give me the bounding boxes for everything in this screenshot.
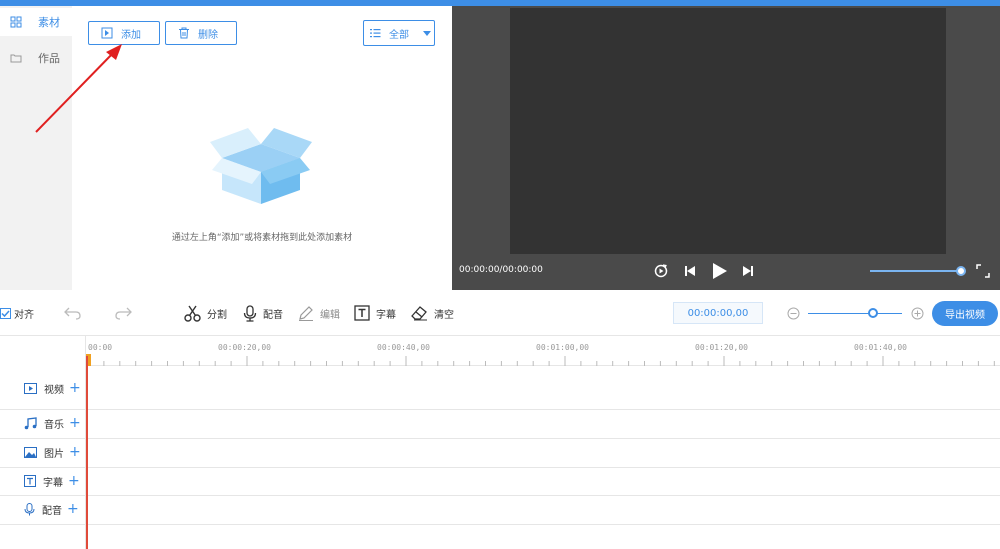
align-label: 对齐 bbox=[14, 309, 34, 321]
fullscreen-icon[interactable] bbox=[976, 264, 990, 278]
edit-toolbar: 对齐 分割 配音 编辑 字幕 清空 00:00:00,00 导出视频 bbox=[0, 290, 1000, 336]
track-label-text: 配音 bbox=[42, 505, 62, 517]
timecode: 00:00:00/00:00:00 bbox=[459, 265, 543, 275]
text-icon bbox=[24, 475, 36, 487]
add-button-label: 添加 bbox=[121, 29, 141, 41]
track-subtitle[interactable]: 字幕 + bbox=[24, 473, 80, 489]
zoom-out-icon[interactable] bbox=[787, 307, 800, 320]
add-file-icon bbox=[101, 27, 113, 39]
filter-dropdown[interactable]: 全部 bbox=[363, 20, 435, 46]
edit-label: 编辑 bbox=[320, 309, 340, 321]
nav-item-label: 素材 bbox=[38, 16, 60, 29]
track-divider bbox=[0, 409, 1000, 410]
eraser-icon bbox=[411, 306, 427, 321]
current-time-field[interactable]: 00:00:00,00 bbox=[673, 302, 763, 324]
track-divider bbox=[0, 495, 1000, 496]
ruler-label: 00:00:40,00 bbox=[377, 343, 430, 352]
add-dub-track-button[interactable]: + bbox=[67, 501, 79, 517]
add-subtitle-track-button[interactable]: + bbox=[68, 473, 80, 489]
scissors-icon bbox=[184, 305, 201, 322]
clear-button[interactable]: 清空 bbox=[411, 304, 454, 322]
export-video-button[interactable]: 导出视频 bbox=[932, 301, 998, 326]
annotation-arrow-icon bbox=[35, 44, 122, 133]
track-label-text: 字幕 bbox=[43, 477, 63, 489]
edit-button[interactable]: 编辑 bbox=[298, 304, 340, 322]
dub-label: 配音 bbox=[263, 309, 283, 321]
replay-icon[interactable] bbox=[654, 264, 668, 278]
dub-button[interactable]: 配音 bbox=[243, 304, 283, 322]
ruler-label: 00:01:20,00 bbox=[695, 343, 748, 352]
track-label-text: 图片 bbox=[44, 448, 64, 460]
video-icon bbox=[24, 382, 37, 394]
image-icon bbox=[24, 446, 37, 458]
checkbox-checked-icon[interactable] bbox=[0, 307, 11, 319]
play-icon[interactable] bbox=[710, 262, 728, 280]
track-label-column bbox=[0, 336, 86, 549]
ruler-label: 00:01:00,00 bbox=[536, 343, 589, 352]
microphone-icon bbox=[243, 304, 257, 322]
volume-slider[interactable] bbox=[870, 270, 960, 272]
text-icon bbox=[354, 305, 370, 321]
timeline-ruler[interactable]: 00:00 00:00:20,00 00:00:40,00 00:01:00,0… bbox=[86, 336, 1000, 366]
preview-screen bbox=[510, 8, 946, 254]
add-music-track-button[interactable]: + bbox=[69, 415, 81, 431]
ruler-label: 00:01:40,00 bbox=[854, 343, 907, 352]
empty-box-icon bbox=[210, 128, 312, 204]
empty-hint: 通过左上角“添加”或将素材拖到此处添加素材 bbox=[171, 233, 353, 243]
subtitle-button[interactable]: 字幕 bbox=[354, 304, 396, 322]
caret-down-icon bbox=[423, 30, 431, 36]
track-divider bbox=[0, 438, 1000, 439]
zoom-slider[interactable] bbox=[808, 313, 902, 314]
ruler-label: 00:00 bbox=[88, 343, 113, 352]
track-video[interactable]: 视频 + bbox=[24, 380, 81, 396]
split-button[interactable]: 分割 bbox=[184, 304, 227, 322]
track-dub[interactable]: 配音 + bbox=[24, 501, 79, 517]
zoom-in-icon[interactable] bbox=[911, 307, 924, 320]
delete-button-label: 删除 bbox=[198, 29, 218, 41]
list-icon bbox=[370, 29, 381, 38]
skip-forward-icon[interactable] bbox=[741, 264, 755, 278]
volume-slider-knob[interactable] bbox=[956, 266, 966, 276]
mic-icon bbox=[24, 502, 35, 515]
split-label: 分割 bbox=[207, 309, 227, 321]
track-label-text: 视频 bbox=[44, 384, 64, 396]
preview-player: 00:00:00/00:00:00 bbox=[452, 6, 1000, 290]
nav-item-materials[interactable]: 素材 bbox=[0, 8, 72, 36]
redo-icon[interactable] bbox=[114, 305, 132, 321]
delete-button[interactable]: 删除 bbox=[165, 21, 237, 45]
filter-label: 全部 bbox=[389, 29, 409, 41]
add-video-track-button[interactable]: + bbox=[69, 380, 81, 396]
zoom-slider-knob[interactable] bbox=[868, 308, 878, 318]
track-divider bbox=[0, 467, 1000, 468]
skip-back-icon[interactable] bbox=[683, 264, 697, 278]
track-music[interactable]: 音乐 + bbox=[24, 415, 81, 431]
clear-label: 清空 bbox=[434, 309, 454, 321]
music-icon bbox=[24, 416, 37, 429]
folder-icon bbox=[10, 54, 22, 63]
undo-icon[interactable] bbox=[64, 305, 82, 321]
align-checkbox[interactable]: 对齐 bbox=[0, 304, 34, 322]
ruler-label: 00:00:20,00 bbox=[218, 343, 271, 352]
trash-icon bbox=[179, 27, 189, 39]
track-label-text: 音乐 bbox=[44, 419, 64, 431]
add-image-track-button[interactable]: + bbox=[69, 444, 81, 460]
playhead[interactable] bbox=[86, 356, 88, 549]
track-divider bbox=[0, 524, 1000, 525]
grid-icon bbox=[10, 16, 22, 28]
track-image[interactable]: 图片 + bbox=[24, 444, 81, 460]
timeline: 00:00 00:00:20,00 00:00:40,00 00:01:00,0… bbox=[0, 336, 1000, 549]
subtitle-label: 字幕 bbox=[376, 309, 396, 321]
ruler-ticks bbox=[87, 356, 995, 366]
pencil-icon bbox=[299, 306, 313, 321]
